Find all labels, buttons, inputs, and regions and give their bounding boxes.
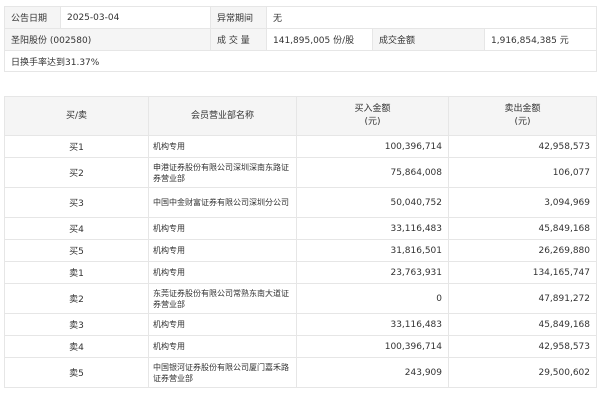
row-buy-amount: 100,396,714	[296, 335, 449, 358]
row-sell-amount: 42,958,573	[448, 335, 597, 358]
row-direction: 卖2	[4, 283, 149, 314]
table-row: 卖5 中国银河证券股份有限公司厦门嘉禾路证券营业部 243,909 29,500,60…	[4, 357, 597, 388]
row-member-name: 中国银河证券股份有限公司厦门嘉禾路证券营业部	[148, 357, 297, 388]
row-direction: 卖1	[4, 261, 149, 284]
table-row: 卖1 机构专用 23,763,931 134,165,747	[4, 261, 597, 284]
row-buy-amount: 23,763,931	[296, 261, 449, 284]
abnormal-value: 无	[265, 6, 598, 29]
stock-name: 圣阳股份 (002580)	[4, 28, 211, 51]
row-member-name: 机构专用	[148, 239, 297, 262]
table-row: 买1 机构专用 100,396,714 42,958,573	[4, 135, 597, 158]
row-member-name: 申港证券股份有限公司深圳深南东路证券营业部	[148, 157, 297, 188]
row-direction: 卖4	[4, 335, 149, 358]
info-table: 公告日期 2025-03-04 异常期间 无 圣阳股份 (002580) 成 交…	[3, 6, 598, 72]
volume-value: 141,895,005 份/股	[266, 28, 373, 51]
row-direction: 买1	[4, 135, 149, 158]
row-buy-amount: 0	[296, 283, 449, 314]
row-buy-amount: 33,116,483	[296, 313, 449, 336]
table-row: 买5 机构专用 31,816,501 26,269,880	[4, 239, 597, 262]
row-sell-amount: 29,500,602	[448, 357, 597, 388]
table-row: 买3 中国中金财富证券有限公司深圳分公司 50,040,752 3,094,969	[4, 187, 597, 218]
row-buy-amount: 33,116,483	[296, 217, 449, 240]
table-row: 买2 申港证券股份有限公司深圳深南东路证券营业部 75,864,008 106,077	[4, 157, 597, 188]
table-row: 卖3 机构专用 33,116,483 45,849,168	[4, 313, 597, 336]
amount-label: 成交金额	[372, 28, 485, 51]
date-value: 2025-03-04	[60, 6, 211, 29]
row-buy-amount: 31,816,501	[296, 239, 449, 262]
row-member-name: 中国中金财富证券有限公司深圳分公司	[148, 187, 297, 218]
row-sell-amount: 42,958,573	[448, 135, 597, 158]
header-buy: 买入金额 (元)	[296, 96, 449, 136]
row-sell-amount: 26,269,880	[448, 239, 597, 262]
row-direction: 买2	[4, 157, 149, 188]
trade-table-header: 买/卖 会员营业部名称 买入金额 (元) 卖出金额 (元)	[4, 96, 597, 136]
row-member-name: 机构专用	[148, 135, 297, 158]
date-label: 公告日期	[4, 6, 61, 29]
reason-text: 日换手率达到31.37%	[3, 50, 598, 72]
table-row: 卖2 东莞证券股份有限公司常熟东南大道证券营业部 0 47,891,272	[4, 283, 597, 314]
row-buy-amount: 100,396,714	[296, 135, 449, 158]
row-sell-amount: 45,849,168	[448, 313, 597, 336]
row-buy-amount: 243,909	[296, 357, 449, 388]
row-direction: 卖5	[4, 357, 149, 388]
row-sell-amount: 3,094,969	[448, 187, 597, 218]
row-direction: 买5	[4, 239, 149, 262]
header-sell: 卖出金额 (元)	[448, 96, 597, 136]
table-row: 卖4 机构专用 100,396,714 42,958,573	[4, 335, 597, 358]
trade-table: 买/卖 会员营业部名称 买入金额 (元) 卖出金额 (元) 买1 机构专用 100,…	[4, 96, 597, 388]
row-member-name: 机构专用	[148, 261, 297, 284]
row-sell-amount: 45,849,168	[448, 217, 597, 240]
row-member-name: 机构专用	[148, 217, 297, 240]
row-direction: 卖3	[4, 313, 149, 336]
header-member: 会员营业部名称	[148, 96, 297, 136]
row-direction: 买4	[4, 217, 149, 240]
row-buy-amount: 75,864,008	[296, 157, 449, 188]
row-member-name: 机构专用	[148, 335, 297, 358]
header-direction: 买/卖	[4, 96, 149, 136]
row-sell-amount: 106,077	[448, 157, 597, 188]
abnormal-label: 异常期间	[210, 6, 267, 29]
row-member-name: 东莞证券股份有限公司常熟东南大道证券营业部	[148, 283, 297, 314]
row-member-name: 机构专用	[148, 313, 297, 336]
amount-value: 1,916,854,385 元	[483, 28, 598, 51]
volume-label: 成 交 量	[210, 28, 267, 51]
row-sell-amount: 134,165,747	[448, 261, 597, 284]
row-sell-amount: 47,891,272	[448, 283, 597, 314]
row-buy-amount: 50,040,752	[296, 187, 449, 218]
row-direction: 买3	[4, 187, 149, 218]
table-row: 买4 机构专用 33,116,483 45,849,168	[4, 217, 597, 240]
